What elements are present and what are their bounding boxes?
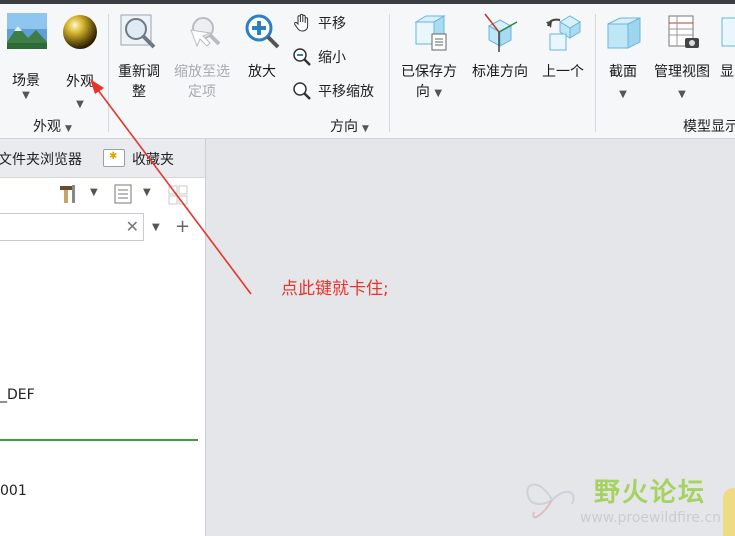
- pan-zoom-label: 平移缩放: [318, 84, 374, 100]
- settings-tools-icon[interactable]: [58, 183, 80, 205]
- pan-zoom-icon: [293, 82, 311, 100]
- group-divider: [595, 14, 596, 132]
- saved-orientations-label-line2: 向 ▼: [415, 84, 443, 100]
- tree-item-def[interactable]: _DEF: [0, 387, 35, 403]
- pan-label: 平移: [318, 16, 346, 32]
- watermark-title: 野火论坛: [594, 478, 707, 508]
- tree-filter-icon[interactable]: [166, 183, 190, 207]
- chevron-down-icon: ▼: [678, 89, 686, 100]
- chevron-down-icon: ▼: [76, 99, 84, 110]
- display-icon: [721, 17, 735, 47]
- group-label-orientation[interactable]: 方向 ▼: [330, 116, 369, 136]
- chevron-down-icon[interactable]: ▼: [143, 187, 151, 198]
- clear-search-icon[interactable]: ✕: [126, 217, 139, 236]
- manage-views-icon: [668, 15, 699, 48]
- add-icon[interactable]: +: [175, 216, 190, 237]
- zoom-to-selected-icon: [190, 17, 221, 48]
- chevron-down-icon: ▼: [22, 90, 30, 101]
- zoom-in-icon: [245, 14, 280, 49]
- watermark-logo-edge: [723, 488, 735, 536]
- navigator-panel: 文件夹浏览器 ✱ 收藏夹 ▼ ▼ ✕ ▼ + _DEF 001: [0, 139, 206, 536]
- saved-orientations-label-line1: 已保存方: [401, 64, 457, 80]
- previous-orientation-label: 上一个: [542, 64, 584, 80]
- group-divider: [108, 14, 109, 132]
- refit-label-line2: 整: [132, 84, 146, 100]
- group-label-appearance[interactable]: 外观 ▼: [33, 116, 72, 136]
- display-button-partial[interactable]: 显: [720, 12, 735, 82]
- chevron-down-icon: ▼: [619, 89, 627, 100]
- chevron-down-icon: ▼: [434, 88, 443, 99]
- zoom-out-icon: [293, 48, 311, 66]
- scene-label: 场景: [12, 73, 40, 89]
- watermark-butterfly-icon: [526, 483, 575, 519]
- zoom-in-button[interactable]: 放大: [240, 12, 284, 82]
- chevron-down-icon[interactable]: ▼: [90, 187, 98, 198]
- standard-orientation-label: 标准方向: [472, 64, 528, 80]
- appearance-label: 外观: [66, 74, 94, 90]
- refit-button[interactable]: 重新调 整: [114, 12, 164, 102]
- refit-label-line1: 重新调: [118, 64, 160, 80]
- previous-orientation-icon: [546, 15, 581, 51]
- pan-zoom-button[interactable]: 平移缩放: [292, 81, 374, 101]
- display-label: 显: [720, 64, 734, 80]
- progress-line: [0, 439, 198, 441]
- show-list-icon[interactable]: [112, 183, 134, 205]
- pan-hand-icon: [294, 13, 309, 32]
- saved-orientations-button[interactable]: 已保存方 向 ▼: [396, 12, 462, 104]
- watermark-url: www.proewildfire.cn: [580, 510, 722, 526]
- group-divider: [389, 14, 390, 132]
- zoom-to-selected-label-line1: 缩放至选: [174, 64, 230, 80]
- standard-orientation-button[interactable]: 标准方向: [468, 12, 532, 82]
- scene-button[interactable]: 场景 ▼: [6, 12, 47, 101]
- zoom-to-selected-label-line2: 定项: [188, 84, 216, 100]
- tree-search-input[interactable]: ✕: [0, 213, 144, 241]
- annotation-text: 点此键就卡住;: [281, 279, 389, 299]
- manage-views-button[interactable]: 管理视图 ▼: [650, 12, 714, 100]
- appearance-button[interactable]: 外观 ▼: [58, 12, 102, 110]
- chevron-down-icon: ▼: [362, 124, 369, 134]
- previous-orientation-button[interactable]: 上一个: [538, 12, 588, 82]
- navigator-tabs: 文件夹浏览器 ✱ 收藏夹: [0, 139, 205, 178]
- zoom-out-label: 缩小: [318, 50, 346, 66]
- chevron-down-icon: ▼: [65, 124, 72, 134]
- zoom-to-selected-button[interactable]: 缩放至选 定项: [170, 12, 234, 102]
- refit-magnifier-icon: [120, 14, 156, 49]
- watermark: 野火论坛 www.proewildfire.cn: [522, 466, 735, 536]
- standard-orientation-icon: [484, 13, 518, 52]
- section-button[interactable]: 截面 ▼: [601, 12, 645, 100]
- tree-item-001[interactable]: 001: [0, 483, 27, 499]
- section-label: 截面: [609, 64, 637, 80]
- zoom-in-label: 放大: [248, 64, 276, 80]
- ribbon: 场景 ▼ 外观 ▼ 外观 ▼ 重新调 整 缩放至选 定项 放大 平移 缩小 平移…: [0, 4, 735, 139]
- section-icon: [607, 17, 641, 49]
- pan-button[interactable]: 平移: [292, 13, 346, 33]
- appearance-sphere-icon: [63, 15, 97, 49]
- favorites-folder-icon: ✱: [103, 149, 125, 167]
- zoom-out-button[interactable]: 缩小: [292, 47, 346, 67]
- tab-favorites[interactable]: 收藏夹: [132, 149, 174, 169]
- saved-orientations-icon: [414, 15, 447, 51]
- manage-views-label: 管理视图: [654, 64, 710, 80]
- chevron-down-icon[interactable]: ▼: [152, 222, 160, 233]
- scene-icon: [7, 13, 47, 49]
- navigator-toolbar: ▼ ▼: [0, 177, 205, 211]
- tab-folder-browser[interactable]: 文件夹浏览器: [0, 149, 82, 169]
- group-label-model-display[interactable]: 模型显示: [683, 116, 735, 136]
